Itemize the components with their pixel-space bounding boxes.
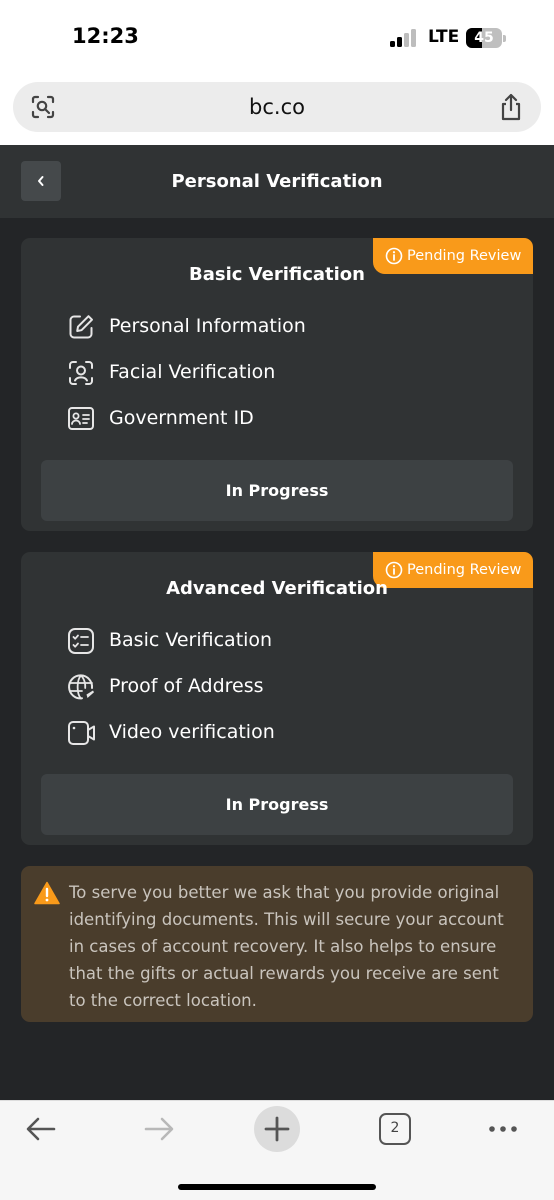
- video-camera-icon: [68, 721, 95, 745]
- item-label: Proof of Address: [109, 675, 264, 697]
- status-time: 12:23: [72, 24, 139, 48]
- basic-verification-card: Pending Review Basic Verification Person…: [21, 238, 533, 531]
- page-title: Personal Verification: [171, 171, 383, 192]
- notice-text: To serve you better we ask that you prov…: [69, 883, 504, 1010]
- badge-label: Pending Review: [407, 248, 522, 264]
- battery-level: 45: [474, 30, 494, 46]
- back-button[interactable]: [21, 161, 61, 201]
- address-bar[interactable]: bc.co: [13, 82, 541, 132]
- item-label: Personal Information: [109, 315, 306, 337]
- tabs-count: 2: [390, 1120, 400, 1136]
- id-card-icon: [68, 407, 94, 430]
- advanced-verification-card: Pending Review Advanced Verification Bas…: [21, 552, 533, 845]
- edit-icon: [69, 315, 93, 339]
- in-progress-button[interactable]: In Progress: [41, 460, 513, 521]
- battery-icon: 45: [466, 28, 506, 48]
- list-item: Government ID: [67, 404, 467, 434]
- info-notice: To serve you better we ask that you prov…: [21, 866, 533, 1022]
- home-indicator: [178, 1184, 376, 1190]
- item-label: Video verification: [109, 721, 275, 743]
- in-progress-button[interactable]: In Progress: [41, 774, 513, 835]
- info-icon: [385, 561, 403, 579]
- info-icon: [385, 247, 403, 265]
- card-title: Basic Verification: [188, 264, 365, 285]
- more-icon[interactable]: [487, 1121, 519, 1137]
- face-scan-icon: [69, 361, 93, 385]
- card-title: Advanced Verification: [166, 578, 388, 599]
- list-item: Proof of Address: [67, 672, 467, 702]
- item-label: Facial Verification: [109, 361, 276, 383]
- badge-label: Pending Review: [407, 562, 522, 578]
- list-item: Basic Verification: [67, 626, 467, 656]
- share-icon[interactable]: [499, 93, 523, 121]
- plus-icon: [264, 1116, 290, 1142]
- app-content: Personal Verification Pending Review Bas…: [0, 145, 554, 1100]
- list-item: Video verification: [67, 718, 467, 748]
- status-bar: 12:23 LTE 45: [0, 0, 554, 75]
- item-label: Government ID: [109, 407, 254, 429]
- forward-arrow-icon[interactable]: [142, 1115, 176, 1143]
- signal-icon: [390, 29, 420, 47]
- list-item: Facial Verification: [67, 358, 467, 388]
- chevron-left-icon: [38, 176, 44, 186]
- tabs-button[interactable]: 2: [379, 1113, 411, 1145]
- list-item: Personal Information: [67, 312, 467, 342]
- item-label: Basic Verification: [109, 629, 273, 651]
- globe-icon: [68, 674, 94, 700]
- checklist-icon: [68, 628, 94, 654]
- new-tab-button[interactable]: [254, 1106, 300, 1152]
- browser-toolbar: 2: [0, 1100, 554, 1200]
- page-header: Personal Verification: [0, 145, 554, 218]
- back-arrow-icon[interactable]: [24, 1115, 58, 1143]
- url-text[interactable]: bc.co: [13, 82, 541, 132]
- warning-icon: [34, 881, 60, 905]
- network-type: LTE: [428, 27, 460, 47]
